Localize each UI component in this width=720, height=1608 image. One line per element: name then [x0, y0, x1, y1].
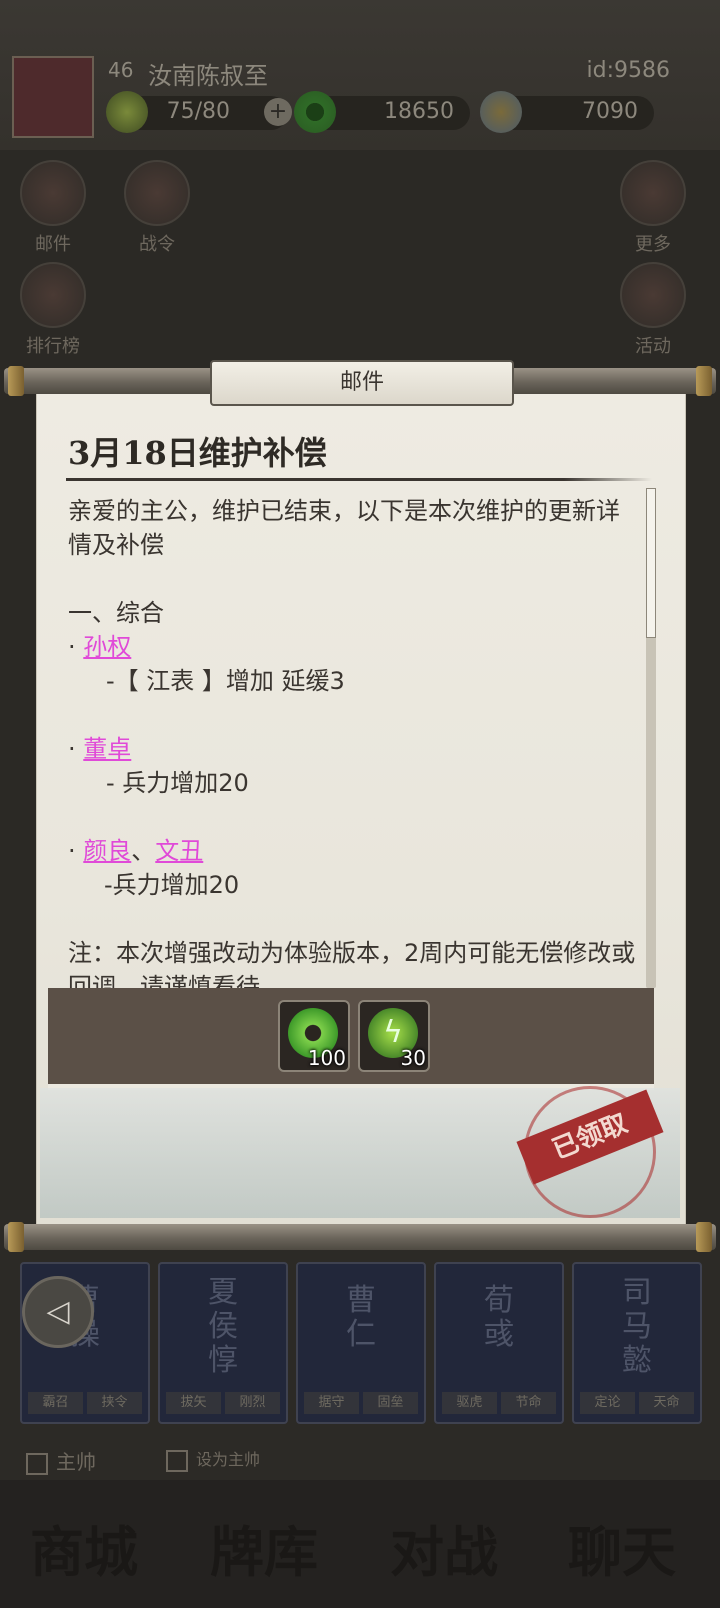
more-label: 更多: [635, 234, 671, 255]
general-card[interactable]: 司 马 懿 定论 天命: [572, 1262, 702, 1424]
events-label: 活动: [635, 336, 671, 357]
mail-icon: [20, 160, 86, 226]
general-card[interactable]: 夏 侯 惇 拔矢 刚烈: [158, 1262, 288, 1424]
battle-pass-icon: [124, 160, 190, 226]
events-icon: [620, 262, 686, 328]
jade-value: 18650: [384, 99, 454, 124]
reward-item[interactable]: 100: [278, 1000, 350, 1072]
nav-shop[interactable]: 商城: [30, 1508, 138, 1587]
jade-icon: [294, 91, 336, 133]
scroll-rod-bottom: [4, 1222, 716, 1252]
set-leader-label: 设为主帅: [196, 1450, 261, 1469]
mail-scrollbar[interactable]: [646, 488, 656, 988]
general-card[interactable]: 荀 彧 驱虎 节命: [434, 1262, 564, 1424]
skill-tag: 霸召: [28, 1392, 83, 1414]
mail-button[interactable]: 邮件: [20, 160, 86, 256]
mail-note: 注：本次增强改动为体验版本，2周内可能无偿修改或回调，请谨慎看待: [68, 939, 636, 992]
checkbox-box: [166, 1449, 188, 1472]
hero-entry: · 董卓: [68, 732, 638, 766]
gold-counter: 7090: [480, 91, 654, 133]
section-heading: 一、综合: [68, 599, 164, 627]
gold-value: 7090: [582, 99, 638, 124]
avatar[interactable]: [12, 56, 94, 138]
stamina-counter: 75/80 +: [106, 91, 292, 133]
battle-pass-button[interactable]: 战令: [124, 160, 190, 256]
more-button[interactable]: 更多: [620, 160, 686, 256]
hero-change: -兵力增加20: [104, 871, 240, 899]
mail-intro: 亲爱的主公，维护已结束，以下是本次维护的更新详情及补偿: [68, 497, 620, 559]
events-button[interactable]: 活动: [620, 262, 686, 358]
gold-icon: [480, 91, 522, 133]
more-icon: [620, 160, 686, 226]
skill-tag: 刚烈: [225, 1392, 280, 1414]
player-id: id:9586: [586, 58, 670, 83]
skill-tag: 驱虎: [442, 1392, 497, 1414]
ranking-label: 排行榜: [26, 336, 80, 357]
nav-battle[interactable]: 对战: [390, 1508, 498, 1587]
title-divider: [66, 478, 652, 481]
reward-count: 100: [307, 1046, 346, 1070]
mail-subject: 3月18日维护补偿: [68, 434, 327, 472]
scrollbar-thumb[interactable]: [646, 488, 656, 638]
stamina-value: 75/80: [166, 99, 230, 124]
hero-link[interactable]: 孙权: [83, 633, 131, 661]
ranking-icon: [20, 262, 86, 328]
hero-entry: · 颜良、文丑: [68, 834, 638, 868]
leader-label: 主帅: [56, 1450, 96, 1474]
hero-change: - 兵力增加20: [106, 769, 249, 797]
back-arrow-button[interactable]: ◁: [22, 1276, 94, 1348]
mail-label: 邮件: [35, 234, 71, 255]
player-level: 46: [108, 58, 134, 82]
separator: 、: [131, 837, 156, 865]
reward-strip: [48, 988, 654, 1090]
mail-body[interactable]: 亲爱的主公，维护已结束，以下是本次维护的更新详情及补偿 一、综合 · 孙权 -【…: [68, 494, 638, 992]
general-name: 夏 侯 惇: [208, 1275, 238, 1378]
reward-count: 30: [400, 1046, 426, 1070]
dialog-title: 邮件: [210, 360, 514, 406]
stamina-icon: [106, 91, 148, 133]
bullet: ·: [68, 837, 76, 865]
bullet: ·: [68, 735, 76, 763]
hero-link[interactable]: 颜良: [83, 837, 131, 865]
skill-tag: 天命: [639, 1392, 694, 1414]
general-name: 曹 仁: [346, 1283, 376, 1352]
set-leader-checkbox[interactable]: 设为主帅: [166, 1446, 260, 1472]
nav-deck[interactable]: 牌库: [210, 1508, 318, 1587]
hero-link[interactable]: 董卓: [83, 735, 131, 763]
skill-tag: 节命: [501, 1392, 556, 1414]
skill-tag: 据守: [304, 1392, 359, 1414]
add-stamina-button[interactable]: +: [264, 98, 292, 126]
general-name: 荀 彧: [484, 1283, 514, 1352]
reward-item[interactable]: ϟ 30: [358, 1000, 430, 1072]
skill-tag: 拔矢: [166, 1392, 221, 1414]
general-card[interactable]: 曹 仁 据守 固垒: [296, 1262, 426, 1424]
nav-chat[interactable]: 聊天: [568, 1508, 676, 1587]
skill-tag: 定论: [580, 1392, 635, 1414]
hero-entry: · 孙权: [68, 630, 638, 664]
hero-change: -【 江表 】增加 延缓3: [106, 667, 345, 695]
skill-tag: 挟令: [87, 1392, 142, 1414]
skill-tag: 固垒: [363, 1392, 418, 1414]
ranking-button[interactable]: 排行榜: [20, 262, 86, 358]
checkbox-box: [26, 1452, 48, 1475]
leader-checkbox[interactable]: 主帅: [26, 1446, 96, 1475]
battle-pass-label: 战令: [139, 234, 175, 255]
general-name: 司 马 懿: [622, 1275, 652, 1378]
jade-counter: 18650: [294, 91, 470, 133]
player-name: 汝南陈叔至: [148, 62, 268, 90]
hero-link[interactable]: 文丑: [155, 837, 203, 865]
bullet: ·: [68, 633, 76, 661]
